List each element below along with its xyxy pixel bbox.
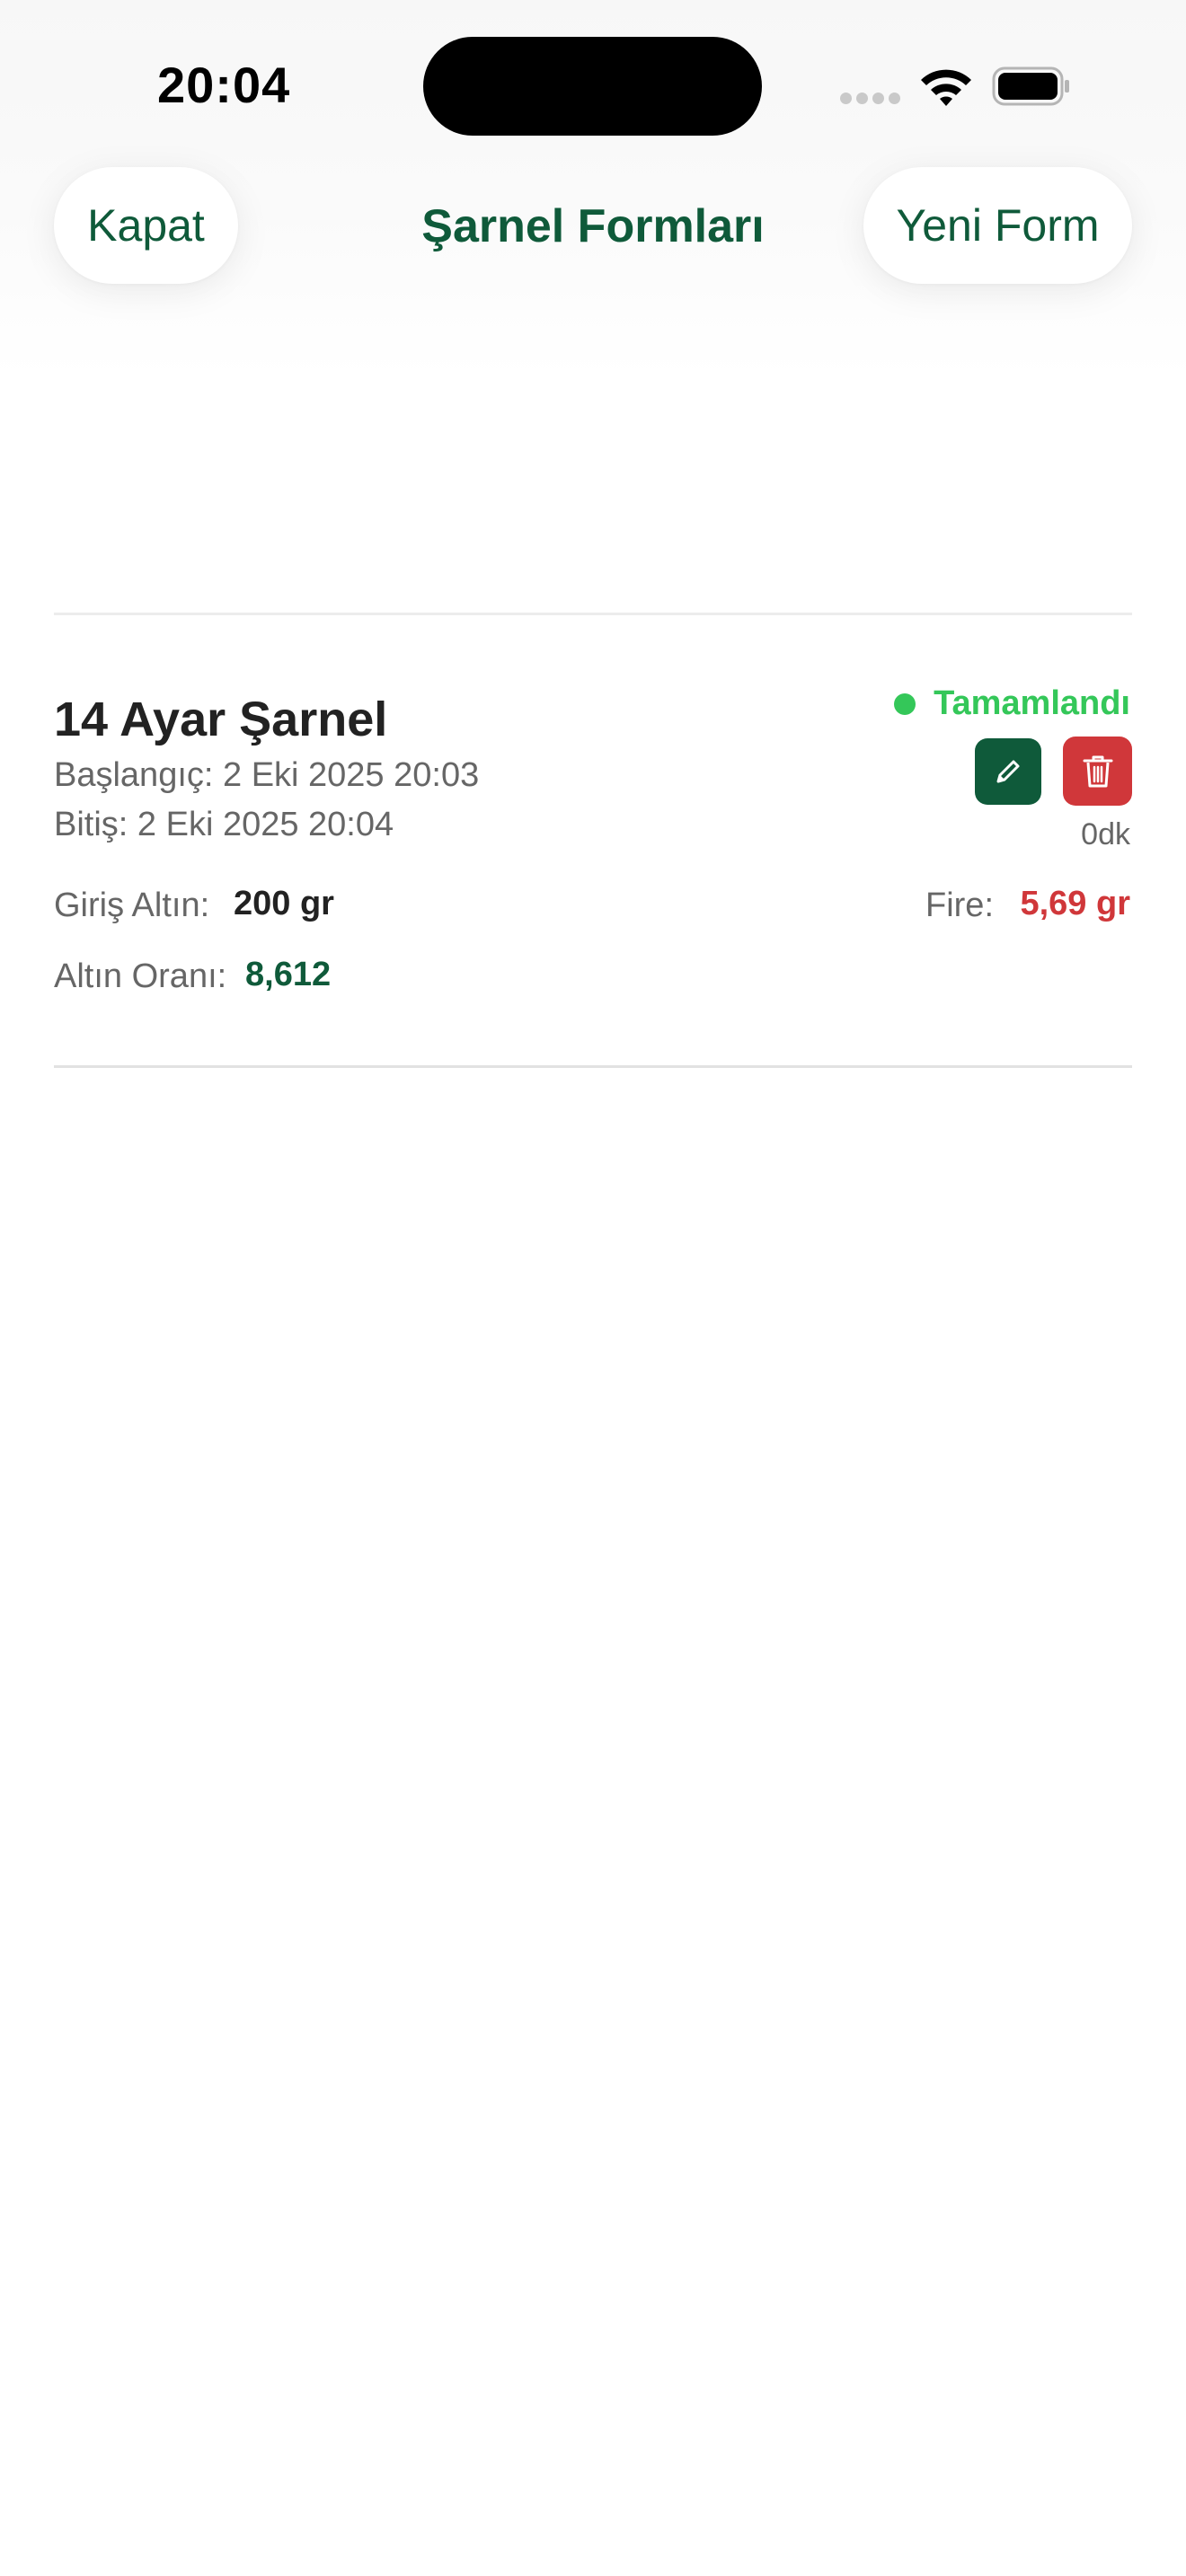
input-gold-label: Giriş Altın: bbox=[54, 887, 210, 924]
gold-ratio-label: Altın Oranı: bbox=[54, 957, 227, 995]
edit-button[interactable] bbox=[975, 738, 1041, 805]
form-end-time: Bitiş: 2 Eki 2025 20:04 bbox=[54, 806, 394, 843]
form-start-time: Başlangıç: 2 Eki 2025 20:03 bbox=[54, 756, 480, 794]
dynamic-island bbox=[423, 37, 762, 136]
delete-button[interactable] bbox=[1063, 737, 1132, 806]
list-divider-bottom bbox=[54, 1065, 1132, 1068]
new-form-button-label: Yeni Form bbox=[896, 200, 1100, 251]
form-title: 14 Ayar Şarnel bbox=[54, 693, 388, 746]
pencil-icon bbox=[996, 760, 1020, 783]
status-badge: Tamamlandı bbox=[894, 684, 1130, 723]
battery-icon bbox=[992, 66, 1069, 106]
gold-ratio-value: 8,612 bbox=[245, 956, 332, 993]
status-dot-icon bbox=[894, 693, 916, 715]
input-gold-value: 200 gr bbox=[234, 885, 334, 922]
duration-label: 0dk bbox=[1081, 817, 1130, 851]
cellular-signal-icon bbox=[840, 93, 901, 105]
new-form-button[interactable]: Yeni Form bbox=[863, 167, 1132, 284]
trash-icon bbox=[1083, 755, 1112, 787]
loss-value: 5,69 gr bbox=[1020, 885, 1130, 922]
status-time: 20:04 bbox=[157, 57, 291, 113]
wifi-icon bbox=[921, 69, 971, 106]
loss-label: Fire: bbox=[925, 887, 994, 924]
screen: 20:04 Kapat Şarnel Formları Yeni Form 14… bbox=[0, 0, 1186, 2576]
status-label: Tamamlandı bbox=[934, 684, 1130, 722]
list-divider-top bbox=[54, 613, 1132, 615]
